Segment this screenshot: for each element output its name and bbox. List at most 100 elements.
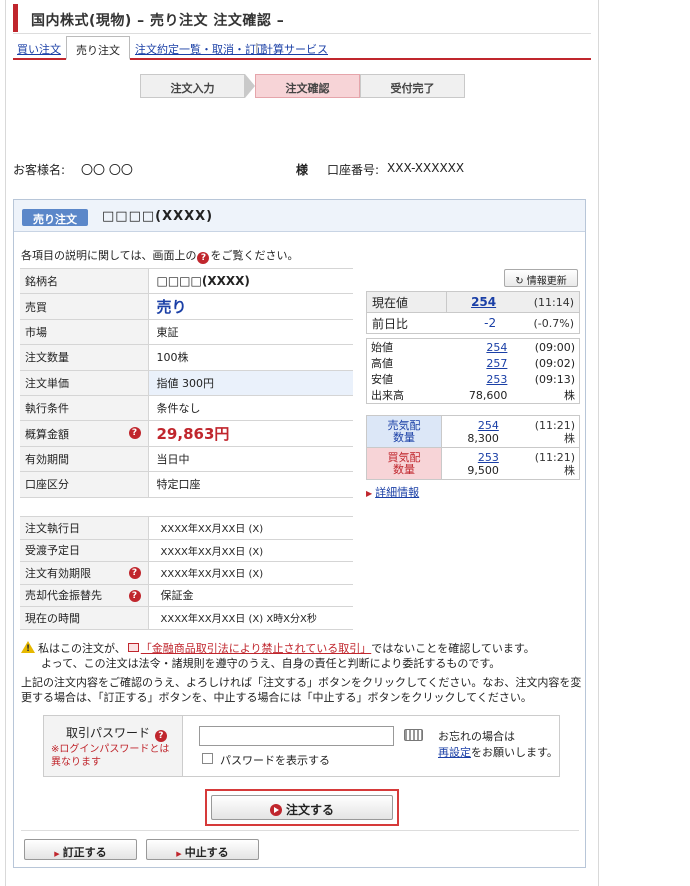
ohlc-table: 始値 254 (09:00) 高値 257 (09:02) 安値 253 (09:13) 出…: [366, 338, 580, 404]
refresh-button[interactable]: ↻ 情報更新: [504, 269, 578, 287]
row-label: 銘柄名: [20, 267, 149, 295]
row-label: 受渡予定日: [20, 538, 149, 562]
help-icon[interactable]: ?: [128, 589, 141, 602]
table-row: 始値 254 (09:00): [367, 339, 580, 356]
password-section: 取引パスワード ? ※ログインパスワードとは異なります パスワードを表示する お…: [43, 715, 560, 777]
table-row: 現在の時間 XXXX年XX月XX日 (X) X時X分X秒: [20, 606, 353, 630]
row-label: 概算金額: [25, 427, 69, 441]
customer-name-label: お客様名:: [13, 163, 66, 177]
current-price-time: (11:14): [501, 291, 581, 313]
row-label-cell: 概算金額?: [20, 420, 149, 447]
show-password-checkbox[interactable]: [202, 753, 213, 764]
table-row: 売買 売り: [20, 293, 353, 320]
table-row: 前日比 -2 (-0.7%): [366, 312, 581, 334]
submit-order-button[interactable]: 注文する: [211, 795, 393, 820]
tab-sell-order[interactable]: 売り注文: [66, 36, 130, 60]
account-number-label: 口座番号:: [327, 163, 380, 177]
row-value: XXXX年XX月XX日 (X) X時X分X秒: [148, 606, 353, 630]
help-icon[interactable]: ?: [128, 567, 141, 579]
exec-condition-value: 条件なし: [148, 394, 353, 422]
show-password-label[interactable]: パスワードを表示する: [220, 752, 330, 768]
buy-board-meta: (11:21) 株: [504, 447, 580, 480]
table-row: 買気配 数量 253 9,500 (11:21) 株: [366, 447, 580, 480]
tab-bar: 買い注文 売り注文 注文約定一覧・取消・訂正 | 計算サービス: [13, 36, 591, 60]
row-label: 注文数量: [20, 344, 149, 371]
detail-info-link[interactable]: 詳細情報: [375, 486, 419, 499]
tab-calc-service[interactable]: 計算サービス: [262, 41, 328, 57]
password-label-area: 取引パスワード ? ※ログインパスワードとは異なります: [44, 716, 183, 776]
row-value: XXXX年XX月XX日 (X): [148, 516, 353, 540]
current-price-link[interactable]: 254: [471, 295, 496, 309]
step-accepted: 受付完了: [360, 74, 465, 98]
buy-board-label-2: 数量: [393, 462, 415, 476]
table-row: 市場 東証: [20, 318, 353, 346]
validity-value: 当日中: [148, 445, 353, 473]
table-row: 売却代金振替先? 保証金: [20, 583, 353, 607]
forgot-prefix: お忘れの場合は: [438, 730, 515, 743]
password-note: ※ログインパスワードとは異なります: [51, 744, 170, 768]
ohlc-label: 出来高: [371, 389, 404, 402]
forgot-suffix: をお願いします。: [471, 746, 558, 759]
change-percent: (-0.7%): [501, 312, 581, 334]
cancel-order-button[interactable]: ▶ 中止する: [146, 839, 259, 860]
table-row: 注文執行日 XXXX年XX月XX日 (X): [20, 516, 353, 540]
divider: [21, 830, 579, 831]
legal-notice-line-2: よって、この注文は法令・諸規則を遵守のうえ、自身の責任と判断により委託するもので…: [41, 657, 501, 670]
password-input[interactable]: [199, 726, 394, 746]
buy-board-values: 253 9,500: [440, 447, 505, 480]
unit-price-value: 指値 300円: [148, 369, 353, 396]
sell-board-values: 254 8,300: [440, 415, 505, 448]
trade-side-cell: 売り: [148, 293, 353, 320]
sell-board-label-2: 数量: [393, 430, 415, 444]
title-accent-bar: [13, 4, 18, 32]
table-row: 安値 253 (09:13): [367, 371, 580, 387]
reset-password-link[interactable]: 再設定: [438, 746, 471, 759]
software-keyboard-icon[interactable]: [404, 729, 423, 741]
stock-name-value: □□□□(XXXX): [148, 267, 353, 295]
help-icon[interactable]: ?: [154, 730, 167, 742]
ohlc-value-link[interactable]: 257: [486, 357, 507, 370]
ohlc-value-cell: 254: [447, 339, 512, 356]
submit-order-label: 注文する: [285, 803, 334, 817]
triangle-right-icon: ▶: [366, 489, 373, 498]
triangle-right-icon: ▶: [176, 850, 182, 858]
tab-buy-order[interactable]: 買い注文: [17, 41, 61, 57]
ohlc-value-link[interactable]: 253: [486, 373, 507, 386]
correct-order-button[interactable]: ▶ 訂正する: [24, 839, 137, 860]
row-label: 現在の時間: [20, 606, 149, 630]
sell-order-badge: 売り注文: [22, 209, 88, 226]
table-row: 注文有効期限? XXXX年XX月XX日 (X): [20, 561, 353, 585]
legal-notice-prefix: 私はこの注文が、: [38, 642, 126, 655]
table-row: 受渡予定日 XXXX年XX月XX日 (X): [20, 538, 353, 562]
detail-info-link-wrap: ▶ 詳細情報: [366, 484, 419, 500]
sell-board-qty: 8,300: [467, 431, 499, 445]
refresh-icon: ↻: [515, 276, 524, 287]
market-value: 東証: [148, 318, 353, 346]
warning-icon: !: [21, 641, 35, 654]
triangle-right-icon: ▶: [54, 850, 60, 858]
sell-board-time: (11:21): [534, 418, 575, 432]
ohlc-value-cell: 253: [447, 371, 512, 387]
row-label: 売買: [20, 293, 149, 320]
row-value: XXXX年XX月XX日 (X): [148, 538, 353, 562]
order-detail-table: 銘柄名 □□□□(XXXX) 売買 売り 市場 東証 注文数量 100株 注文単価 指値 …: [20, 267, 353, 498]
ohlc-value-link[interactable]: 254: [486, 341, 507, 354]
table-row: 売気配 数量 254 8,300 (11:21) 株: [366, 415, 580, 448]
sell-board-meta: (11:21) 株: [504, 415, 580, 448]
tab-order-list[interactable]: 注文約定一覧・取消・訂正: [135, 41, 267, 57]
table-row: 口座区分 特定口座: [20, 471, 353, 498]
row-label: 口座区分: [20, 471, 149, 498]
sell-board-price-link[interactable]: 254: [478, 419, 499, 432]
ohlc-value-cell: 257: [447, 355, 512, 371]
account-type-value: 特定口座: [148, 471, 353, 498]
legal-notice: ! 私はこの注文が、 「金融商品取引法により禁止されている取引」ではないことを確認し…: [21, 641, 581, 671]
buy-board-qty: 9,500: [467, 463, 499, 477]
row-label-cell: 売却代金振替先?: [20, 583, 149, 607]
sell-board-unit: 株: [564, 431, 575, 445]
legal-notice-line-1: ! 私はこの注文が、 「金融商品取引法により禁止されている取引」ではないことを確認し…: [21, 641, 581, 656]
buy-board-label: 買気配 数量: [366, 447, 442, 480]
change-label: 前日比: [366, 312, 447, 334]
help-icon[interactable]: ?: [128, 427, 141, 440]
prohibited-trade-link[interactable]: 「金融商品取引法により禁止されている取引」: [141, 642, 371, 655]
buy-board-price-link[interactable]: 253: [478, 451, 499, 464]
